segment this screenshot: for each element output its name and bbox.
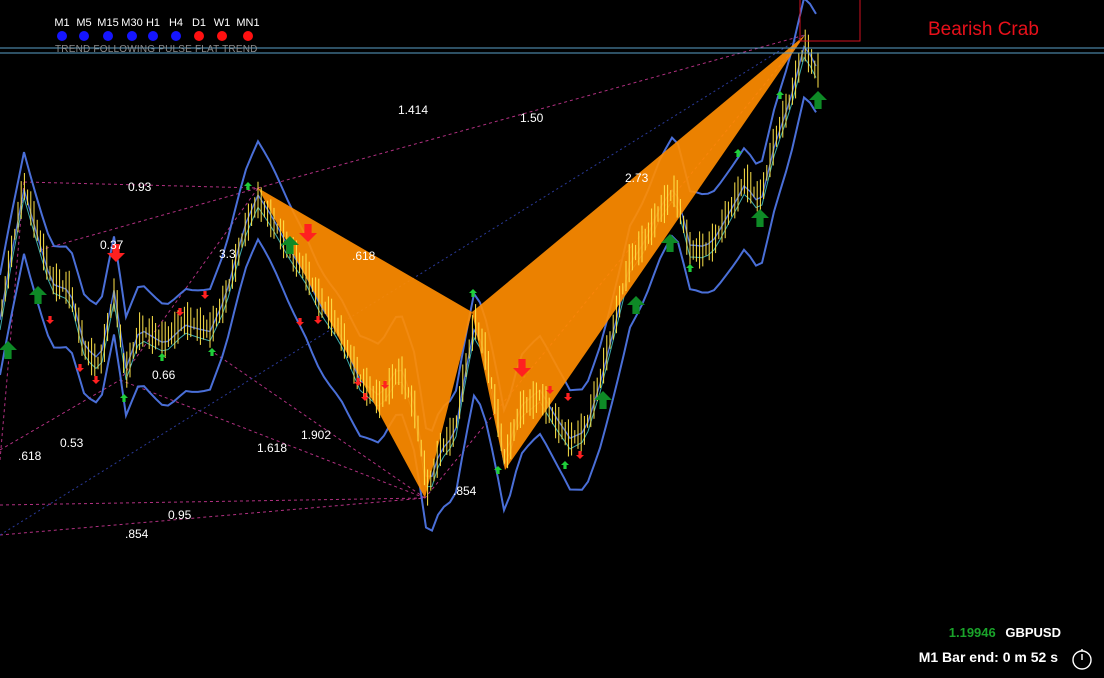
up-arrow-icon [208, 348, 216, 356]
pattern-name: Bearish Crab [928, 19, 1039, 40]
crab-pattern-fill [258, 35, 805, 498]
timeframe-label-m5: M5 [76, 17, 92, 29]
timeframe-label-mn1: MN1 [236, 17, 260, 29]
timeframe-label-m15: M15 [97, 17, 119, 29]
timeframe-dot-w1 [217, 31, 227, 41]
ratio-label: .618 [18, 449, 42, 463]
ratio-label: .618 [352, 249, 376, 263]
up-arrow-icon [627, 296, 645, 314]
ratio-label: 3.3 [219, 247, 236, 261]
down-arrow-icon [46, 316, 54, 324]
ratio-label: 0.93 [128, 180, 152, 194]
clock-icon [1072, 649, 1092, 670]
ratio-label: 1.902 [301, 428, 331, 442]
symbol-label: GBPUSD [1005, 625, 1061, 640]
current-price: 1.19946 [948, 625, 996, 640]
timeframe-dot-m5 [79, 31, 89, 41]
up-arrow-icon [120, 394, 128, 402]
price-readout: 1.19946 GBPUSD [949, 625, 1061, 640]
ratio-label: 2.73 [625, 171, 649, 185]
timeframe-dot-m30 [127, 31, 137, 41]
ratio-label: 1.618 [257, 441, 287, 455]
target-zone-box [799, 0, 861, 42]
ratio-label: 1.50 [520, 111, 544, 125]
down-arrow-icon [564, 393, 572, 401]
down-arrow-icon [314, 316, 322, 324]
timeframe-label-w1: W1 [213, 17, 231, 29]
up-arrow-icon [734, 149, 742, 157]
bar-end-timer: M1 Bar end: 0 m 52 s [918, 649, 1058, 665]
timeframe-dot-h4 [171, 31, 181, 41]
ratio-label: 0.53 [60, 436, 84, 450]
timeframe-dot-d1 [194, 31, 204, 41]
up-arrow-icon [561, 461, 569, 469]
down-arrow-icon [176, 308, 184, 316]
ratio-label: 0.37 [100, 238, 124, 252]
timeframe-dot-h1 [148, 31, 158, 41]
ratio-label: 1.414 [398, 103, 428, 117]
ratio-label: 0.95 [168, 508, 192, 522]
down-arrow-icon [201, 291, 209, 299]
down-arrow-icon [361, 393, 369, 401]
ratio-label: 0.66 [152, 368, 176, 382]
ratio-label: .854 [125, 527, 149, 541]
down-arrow-icon [576, 451, 584, 459]
up-arrow-icon [751, 209, 769, 227]
timeframe-dot-m15 [103, 31, 113, 41]
up-arrow-icon [29, 286, 47, 304]
up-arrow-icon [686, 264, 694, 272]
timeframe-dot-mn1 [243, 31, 253, 41]
price-chart[interactable]: 1.414 1.50 0.93 0.37 3.3 .618 2.73 0.66 0.53 .618… [0, 0, 1104, 678]
up-arrow-icon [244, 182, 252, 190]
down-arrow-icon [92, 376, 100, 384]
trend-caption: TREND FOLLOWING PULSE FLAT TREND [55, 44, 258, 55]
ratio-label: .854 [453, 484, 477, 498]
timeframe-dot-m1 [57, 31, 67, 41]
ratio-line-5 [0, 181, 25, 461]
ratio-line-6 [39, 187, 259, 251]
